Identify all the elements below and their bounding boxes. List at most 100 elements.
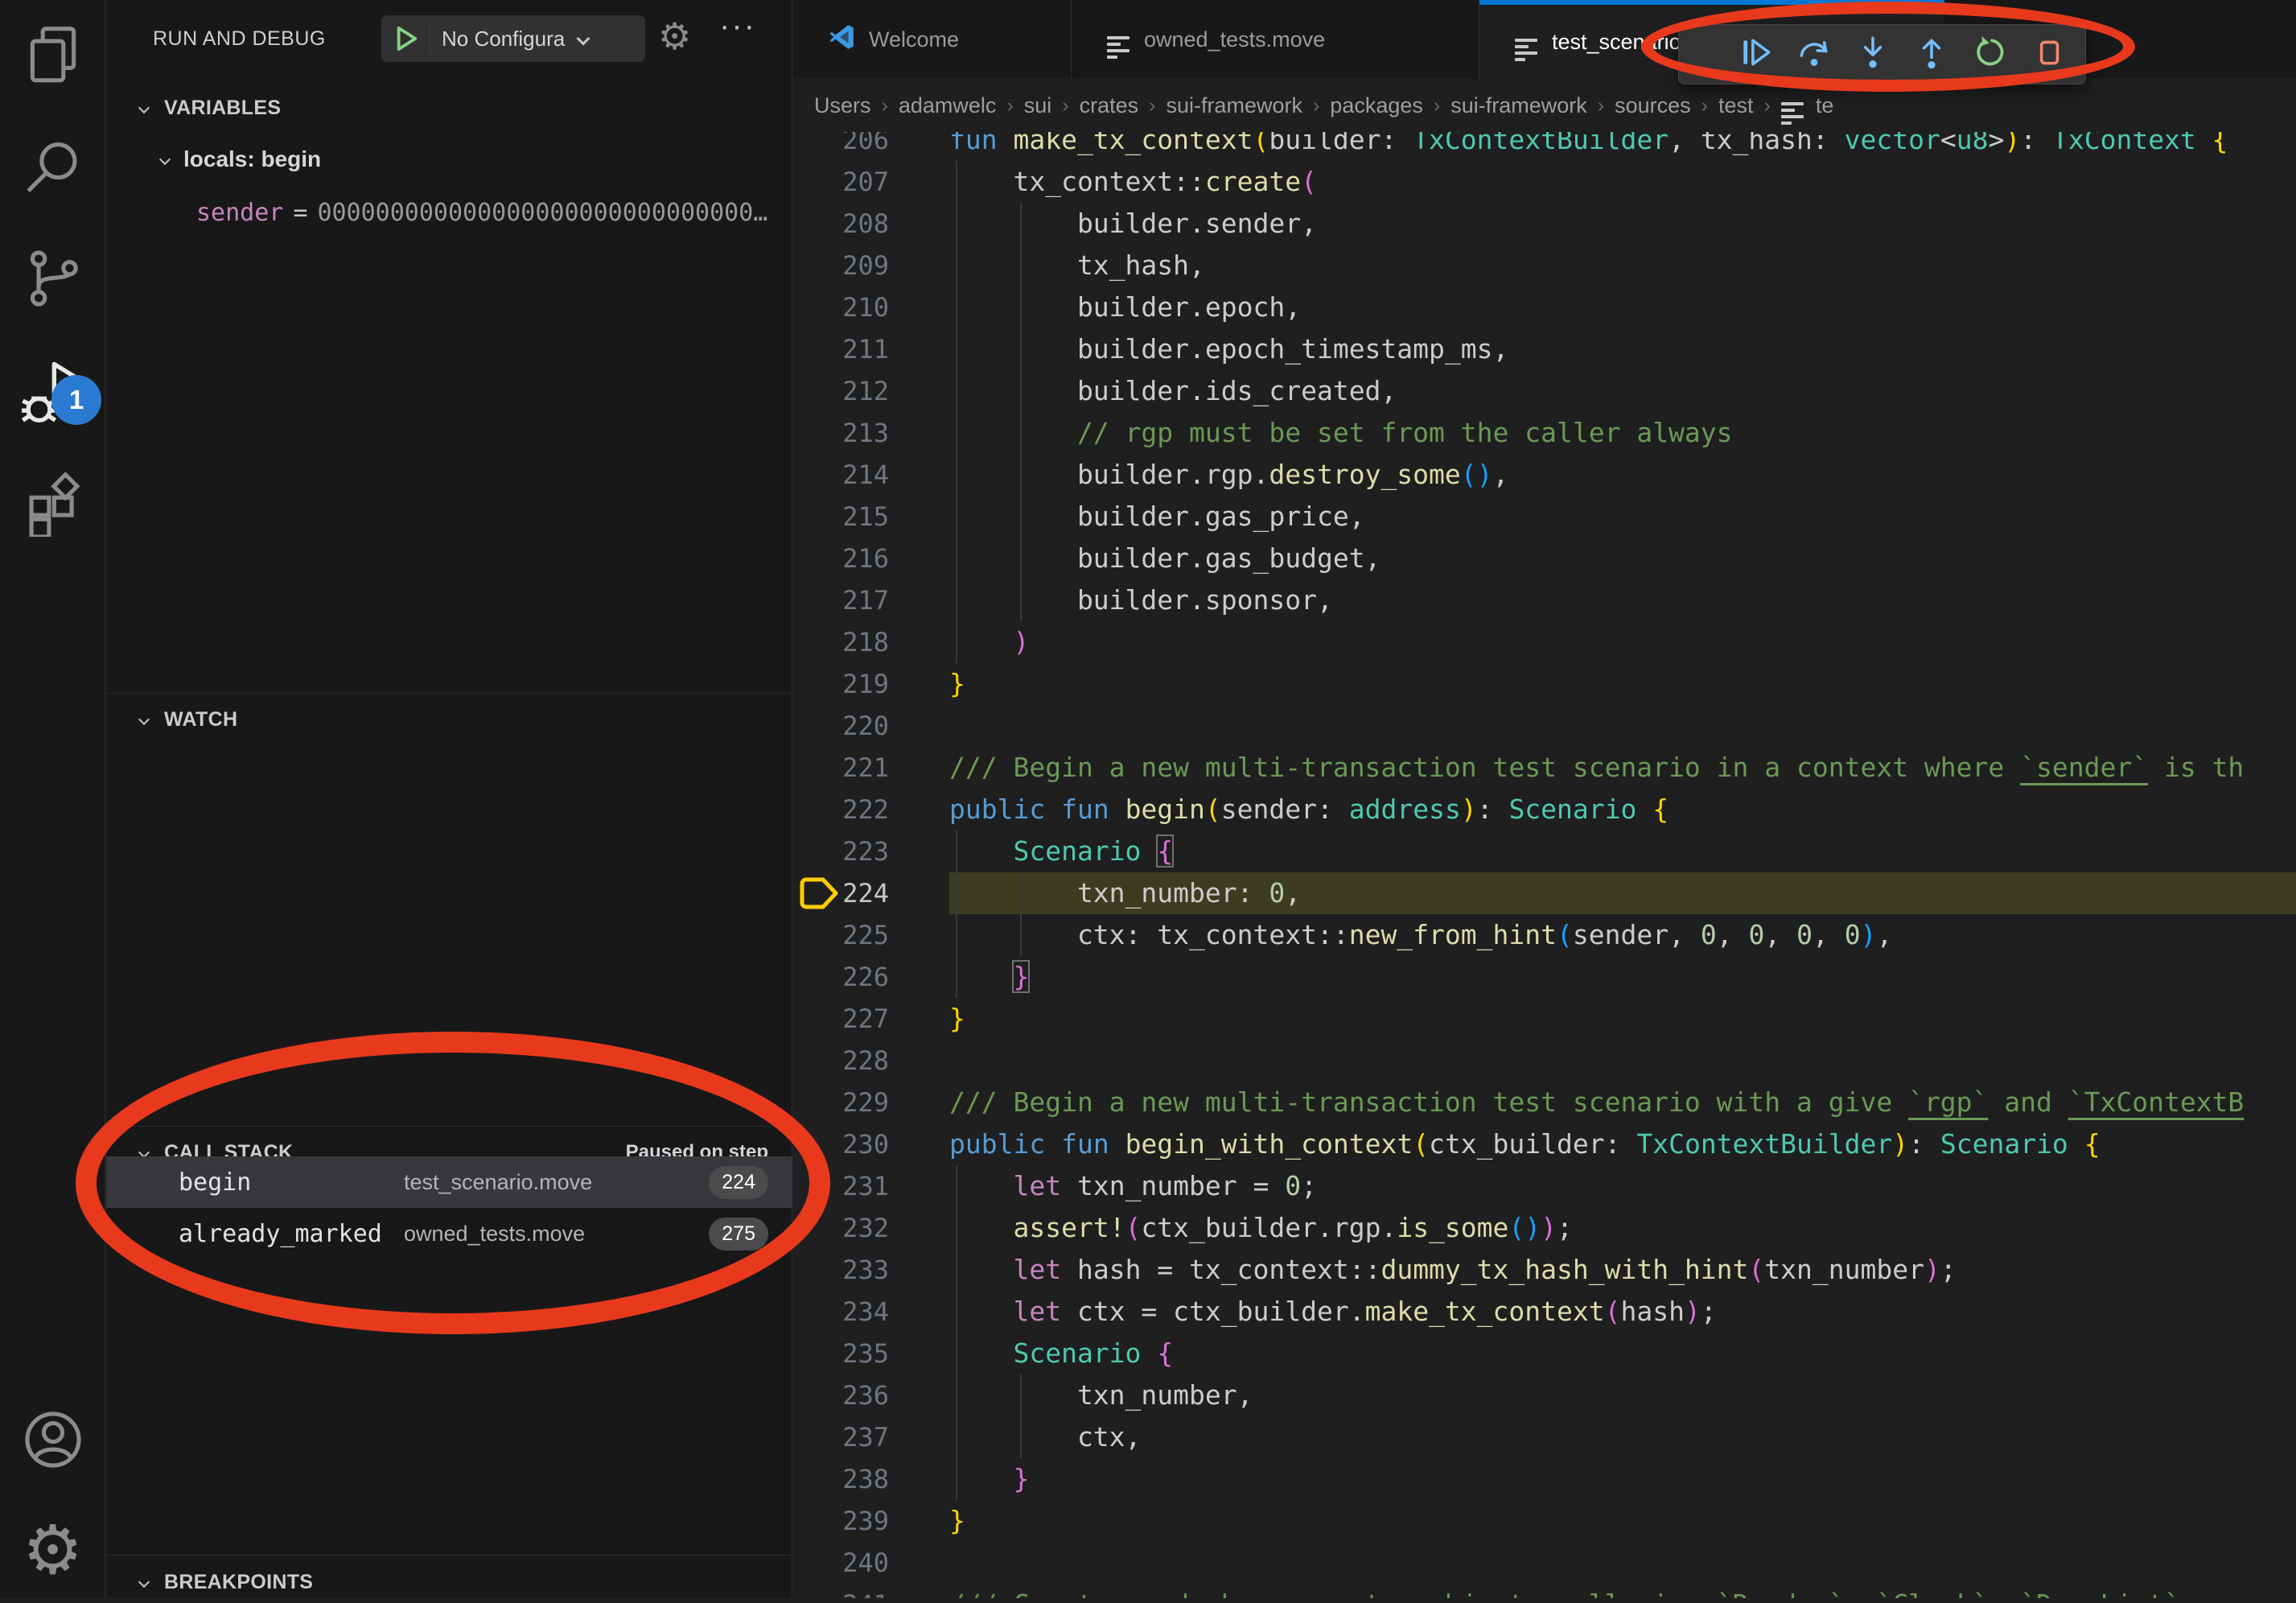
line-number[interactable]: 212: [793, 370, 889, 412]
line-number[interactable]: 229: [793, 1082, 889, 1123]
variable-row[interactable]: sender = 000000000000000000000000000000…: [196, 192, 776, 233]
breadcrumb-item[interactable]: sources: [1615, 93, 1691, 118]
code-line-237[interactable]: 237 ctx,: [793, 1416, 2296, 1458]
code-line-211[interactable]: 211 builder.epoch_timestamp_ms,: [793, 328, 2296, 370]
drag-handle-icon[interactable]: [1697, 47, 1726, 62]
line-number[interactable]: 216: [793, 538, 889, 579]
extensions-icon[interactable]: [0, 464, 105, 544]
code-line-216[interactable]: 216 builder.gas_budget,: [793, 538, 2296, 579]
breadcrumb-item[interactable]: sui-framework: [1166, 93, 1302, 118]
line-number[interactable]: 228: [793, 1040, 889, 1082]
settings-gear-icon[interactable]: ⚙: [0, 1510, 105, 1590]
code-line-210[interactable]: 210 builder.epoch,: [793, 286, 2296, 328]
line-number[interactable]: 238: [793, 1458, 889, 1500]
stop-button[interactable]: [2019, 25, 2078, 84]
line-number[interactable]: 230: [793, 1123, 889, 1165]
line-number[interactable]: 207: [793, 161, 889, 203]
breadcrumb-file[interactable]: te: [1816, 93, 1834, 118]
continue-button[interactable]: [1726, 25, 1784, 84]
tab-Welcome[interactable]: Welcome: [793, 0, 1072, 79]
code-line-213[interactable]: 213 // rgp must be set from the caller a…: [793, 412, 2296, 454]
line-number[interactable]: 209: [793, 245, 889, 286]
code-line-225[interactable]: 225 ctx: tx_context::new_from_hint(sende…: [793, 914, 2296, 956]
breadcrumb-item[interactable]: sui-framework: [1450, 93, 1587, 118]
line-number[interactable]: 223: [793, 830, 889, 872]
code-line-232[interactable]: 232 assert!(ctx_builder.rgp.is_some());: [793, 1207, 2296, 1249]
line-number[interactable]: 210: [793, 286, 889, 328]
code-line-227[interactable]: 227}: [793, 998, 2296, 1040]
code-line-212[interactable]: 212 builder.ids_created,: [793, 370, 2296, 412]
step-out-button[interactable]: [1902, 25, 1961, 84]
code-line-233[interactable]: 233 let hash = tx_context::dummy_tx_hash…: [793, 1249, 2296, 1291]
section-breakpoints[interactable]: BREAKPOINTS: [106, 1561, 792, 1603]
line-number[interactable]: 234: [793, 1291, 889, 1333]
line-number[interactable]: 239: [793, 1500, 889, 1542]
line-number[interactable]: 221: [793, 747, 889, 789]
line-number[interactable]: 241: [793, 1584, 889, 1598]
account-icon[interactable]: [0, 1399, 105, 1480]
breadcrumb-item[interactable]: Users: [814, 93, 871, 118]
line-number[interactable]: 225: [793, 914, 889, 956]
explorer-icon[interactable]: [0, 15, 105, 96]
debug-settings-gear-icon[interactable]: ⚙: [658, 18, 691, 55]
code-line-238[interactable]: 238 }: [793, 1458, 2296, 1500]
stack-frame-begin[interactable]: begintest_scenario.move224: [106, 1156, 792, 1208]
line-number[interactable]: 226: [793, 956, 889, 998]
code-line-219[interactable]: 219}: [793, 663, 2296, 705]
tab-owned_tests.move[interactable]: owned_tests.move: [1072, 0, 1479, 79]
code-line-229[interactable]: 229/// Begin a new multi-transaction tes…: [793, 1082, 2296, 1123]
breadcrumb-item[interactable]: crates: [1080, 93, 1139, 118]
line-number[interactable]: 219: [793, 663, 889, 705]
line-number[interactable]: 236: [793, 1374, 889, 1416]
section-watch[interactable]: WATCH: [106, 698, 792, 740]
line-number[interactable]: 208: [793, 203, 889, 245]
line-number[interactable]: 227: [793, 998, 889, 1040]
code-line-223[interactable]: 223 Scenario {: [793, 830, 2296, 872]
code-line-208[interactable]: 208 builder.sender,: [793, 203, 2296, 245]
line-number[interactable]: 240: [793, 1542, 889, 1584]
code-line-214[interactable]: 214 builder.rgp.destroy_some(),: [793, 454, 2296, 496]
line-number[interactable]: 217: [793, 579, 889, 621]
more-actions-icon[interactable]: ···: [719, 8, 756, 44]
step-into-button[interactable]: [1843, 25, 1902, 84]
code-line-235[interactable]: 235 Scenario {: [793, 1333, 2296, 1374]
code-line-207[interactable]: 207 tx_context::create(: [793, 161, 2296, 203]
code-line-222[interactable]: 222public fun begin(sender: address): Sc…: [793, 789, 2296, 830]
code-line-220[interactable]: 220: [793, 705, 2296, 747]
code-line-217[interactable]: 217 builder.sponsor,: [793, 579, 2296, 621]
code-line-224[interactable]: 224 txn_number: 0,: [793, 872, 2296, 914]
code-line-240[interactable]: 240: [793, 1542, 2296, 1584]
code-line-218[interactable]: 218 ): [793, 621, 2296, 663]
code-line-228[interactable]: 228: [793, 1040, 2296, 1082]
code-editor[interactable]: 206fun make_tx_context(builder: TxContex…: [793, 132, 2296, 1598]
restart-button[interactable]: [1961, 25, 2019, 84]
line-number[interactable]: 222: [793, 789, 889, 830]
debug-config-dropdown[interactable]: No Configura: [381, 15, 645, 62]
code-line-239[interactable]: 239}: [793, 1500, 2296, 1542]
breadcrumb-item[interactable]: adamwelc: [899, 93, 997, 118]
code-line-234[interactable]: 234 let ctx = ctx_builder.make_tx_contex…: [793, 1291, 2296, 1333]
code-line-236[interactable]: 236 txn_number,: [793, 1374, 2296, 1416]
line-number[interactable]: 211: [793, 328, 889, 370]
line-number[interactable]: 206: [793, 132, 889, 161]
step-over-button[interactable]: [1784, 25, 1843, 84]
code-line-215[interactable]: 215 builder.gas_price,: [793, 496, 2296, 538]
breadcrumb-item[interactable]: packages: [1330, 93, 1423, 118]
line-number[interactable]: 215: [793, 496, 889, 538]
section-variables[interactable]: VARIABLES: [106, 87, 792, 129]
line-number[interactable]: 237: [793, 1416, 889, 1458]
search-icon[interactable]: [0, 128, 105, 208]
breadcrumb-item[interactable]: test: [1718, 93, 1754, 118]
line-number[interactable]: 213: [793, 412, 889, 454]
code-line-230[interactable]: 230public fun begin_with_context(ctx_bui…: [793, 1123, 2296, 1165]
variables-scope-row[interactable]: locals: begin: [161, 138, 321, 180]
stack-frame-already_marked[interactable]: already_markedowned_tests.move275: [106, 1208, 792, 1259]
line-number[interactable]: 232: [793, 1207, 889, 1249]
code-line-231[interactable]: 231 let txn_number = 0;: [793, 1165, 2296, 1207]
source-control-icon[interactable]: [0, 238, 105, 319]
line-number[interactable]: 233: [793, 1249, 889, 1291]
code-line-206[interactable]: 206fun make_tx_context(builder: TxContex…: [793, 132, 2296, 161]
line-number[interactable]: 220: [793, 705, 889, 747]
code-line-226[interactable]: 226 }: [793, 956, 2296, 998]
code-line-209[interactable]: 209 tx_hash,: [793, 245, 2296, 286]
